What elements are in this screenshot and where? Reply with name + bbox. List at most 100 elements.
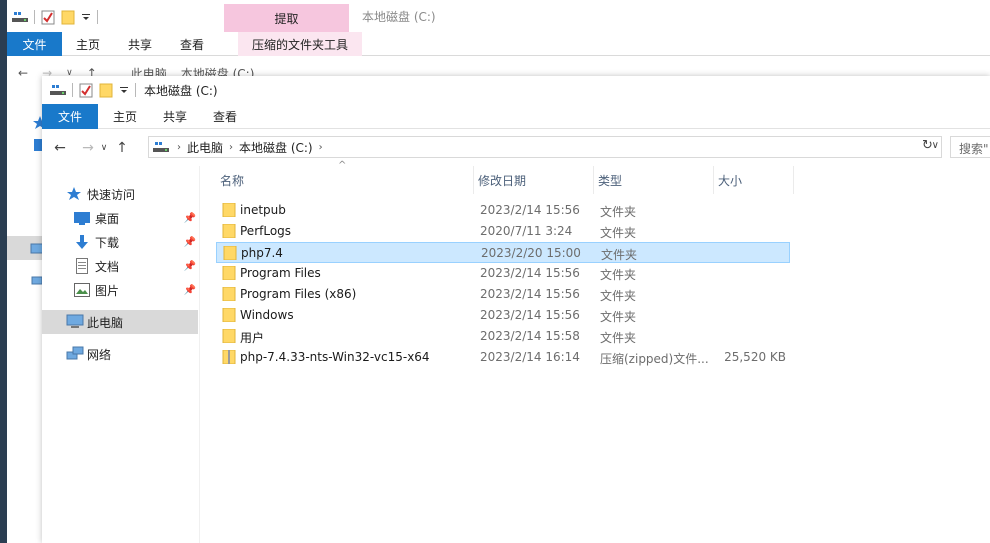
bg-tab-home[interactable]: 主页 [62, 32, 114, 56]
breadcrumb-this-pc[interactable]: 此电脑 [181, 139, 229, 156]
table-row[interactable]: Windows 2023/2/14 15:56 文件夹 [216, 305, 790, 326]
recent-locations-chevron-icon[interactable]: ∨ [98, 138, 110, 158]
file-type: 文件夹 [600, 289, 637, 303]
bg-window-title: 本地磁盘 (C:) [362, 10, 436, 24]
file-type: 文件夹 [600, 310, 637, 324]
tab-share[interactable]: 共享 [150, 104, 200, 129]
chevron-right-icon[interactable]: › [319, 142, 323, 153]
drive-icon[interactable] [50, 83, 66, 97]
table-row[interactable]: php7.4 2023/2/20 15:00 文件夹 [216, 242, 790, 263]
file-type: 文件夹 [601, 248, 638, 262]
table-row[interactable]: Program Files (x86) 2023/2/14 15:56 文件夹 [216, 284, 790, 305]
computer-icon [66, 314, 84, 328]
sidebar-item-quick-access[interactable]: 快速访问 [42, 182, 198, 206]
breadcrumb-local-disk[interactable]: 本地磁盘 (C:) [233, 139, 319, 156]
file-date: 2023/2/20 15:00 [481, 246, 581, 260]
folder-icon [222, 224, 236, 238]
zip-file-icon [222, 350, 236, 364]
tab-file[interactable]: 文件 [42, 104, 98, 129]
bg-ribbon-tabs: 文件 主页 共享 查看 压缩的文件夹工具 [7, 32, 990, 56]
picture-icon [74, 283, 90, 297]
pin-icon[interactable]: 📌 [184, 237, 196, 248]
column-header-date[interactable]: 修改日期 [474, 166, 594, 194]
navigation-pane: 快速访问 桌面 📌 下载 📌 文档 📌 图片 📌 此电脑 网络 [42, 166, 200, 543]
bg-extract-context-tab[interactable]: 提取 [224, 4, 349, 32]
new-folder-icon[interactable] [61, 9, 75, 25]
sidebar-item-label: 桌面 [95, 211, 120, 226]
new-folder-icon[interactable] [99, 82, 113, 98]
folder-icon [222, 203, 236, 217]
search-input[interactable]: 搜索" [950, 136, 990, 158]
tab-home[interactable]: 主页 [100, 104, 150, 129]
title-bar: 本地磁盘 (C:) [42, 76, 990, 104]
bg-tab-file[interactable]: 文件 [7, 32, 62, 56]
properties-icon[interactable] [41, 9, 55, 25]
navigation-bar: ← → ∨ ↑ › 此电脑 › 本地磁盘 (C:) › ∨ ↻ 搜索" [42, 136, 990, 160]
address-bar[interactable]: › 此电脑 › 本地磁盘 (C:) › ∨ [148, 136, 942, 158]
properties-icon[interactable] [79, 82, 93, 98]
column-header-type[interactable]: 类型 [594, 166, 714, 194]
sidebar-item-downloads[interactable]: 下载 📌 [42, 230, 198, 254]
bg-quick-access-toolbar [12, 4, 98, 30]
table-row[interactable]: PerfLogs 2020/7/11 3:24 文件夹 [216, 221, 790, 242]
file-list: 名称 ^ 修改日期 类型 大小 inetpub 2023/2/14 15:56 … [216, 160, 990, 543]
sidebar-item-label: 下载 [95, 235, 120, 250]
sidebar-item-network[interactable]: 网络 [42, 342, 198, 366]
chevron-down-icon[interactable] [81, 12, 91, 22]
bg-tab-view[interactable]: 查看 [166, 32, 218, 56]
file-size: 25,520 KB [724, 350, 786, 364]
file-name: php7.4 [241, 246, 283, 260]
column-header-size[interactable]: 大小 [714, 166, 794, 194]
file-date: 2020/7/11 3:24 [480, 224, 573, 238]
file-date: 2023/2/14 15:56 [480, 287, 580, 301]
separator [135, 83, 136, 97]
file-name: 用户 [240, 331, 265, 345]
quick-access-toolbar [50, 82, 136, 98]
download-icon [76, 235, 88, 249]
sidebar-item-documents[interactable]: 文档 📌 [42, 254, 198, 278]
column-header-name[interactable]: 名称 ^ [216, 160, 474, 194]
pin-icon[interactable]: 📌 [184, 285, 196, 296]
sidebar-item-label: 此电脑 [87, 315, 124, 330]
table-row[interactable]: inetpub 2023/2/14 15:56 文件夹 [216, 200, 790, 221]
pin-icon[interactable]: 📌 [184, 261, 196, 272]
bg-tab-share[interactable]: 共享 [114, 32, 166, 56]
file-type: 文件夹 [600, 226, 637, 240]
table-row[interactable]: php-7.4.33-nts-Win32-vc15-x64 2023/2/14 … [216, 347, 790, 368]
separator [72, 83, 73, 97]
file-type: 文件夹 [600, 268, 637, 282]
star-icon [67, 187, 81, 200]
back-arrow-icon[interactable]: ← [18, 66, 28, 80]
file-name: Program Files [240, 266, 321, 280]
forward-arrow-icon[interactable]: → [78, 138, 98, 158]
sidebar-item-this-pc[interactable]: 此电脑 [42, 310, 198, 334]
tab-view[interactable]: 查看 [200, 104, 250, 129]
back-arrow-icon[interactable]: ← [50, 138, 70, 158]
drive-icon [153, 142, 169, 152]
table-row[interactable]: 用户 2023/2/14 15:58 文件夹 [216, 326, 790, 347]
chevron-down-icon[interactable] [119, 85, 129, 95]
ribbon-tabs: 文件 主页 共享 查看 [42, 104, 990, 129]
refresh-icon[interactable]: ↻ [922, 138, 938, 156]
sidebar-item-pictures[interactable]: 图片 📌 [42, 278, 198, 302]
desktop-icon [74, 212, 90, 225]
sidebar-item-desktop[interactable]: 桌面 📌 [42, 206, 198, 230]
explorer-window: 本地磁盘 (C:) 文件 主页 共享 查看 ← → ∨ ↑ › 此电脑 › 本地… [42, 76, 990, 543]
file-date: 2023/2/14 15:58 [480, 329, 580, 343]
file-name: php-7.4.33-nts-Win32-vc15-x64 [240, 350, 430, 364]
file-type: 文件夹 [600, 331, 637, 345]
file-date: 2023/2/14 15:56 [480, 266, 580, 280]
separator [97, 10, 98, 24]
file-date: 2023/2/14 15:56 [480, 203, 580, 217]
table-row[interactable]: Program Files 2023/2/14 15:56 文件夹 [216, 263, 790, 284]
desktop-edge [0, 0, 7, 543]
drive-icon[interactable] [12, 10, 28, 24]
column-header-label: 名称 [220, 173, 245, 188]
up-arrow-icon[interactable]: ↑ [112, 138, 132, 158]
document-icon [76, 258, 88, 274]
folder-icon [222, 308, 236, 322]
window-title: 本地磁盘 (C:) [144, 83, 218, 98]
pin-icon[interactable]: 📌 [184, 213, 196, 224]
column-header-label: 修改日期 [478, 173, 527, 188]
bg-tab-compressed-folder-tools[interactable]: 压缩的文件夹工具 [238, 32, 363, 56]
